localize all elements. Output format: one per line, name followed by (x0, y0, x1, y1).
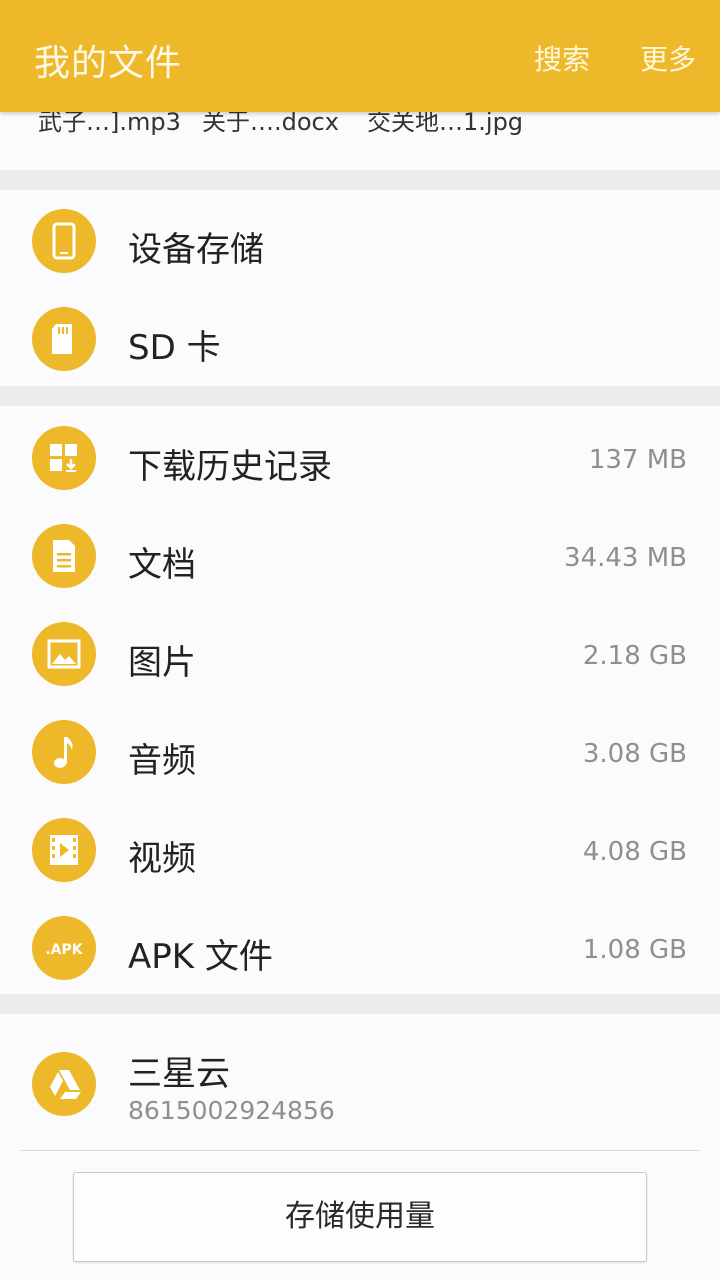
app-bar: 我的文件 搜索 更多 (0, 0, 720, 112)
section-divider (0, 994, 720, 1014)
download-history-icon (32, 426, 96, 490)
section-divider (0, 386, 720, 406)
document-icon (32, 524, 96, 588)
recent-file[interactable]: 关于….docx (202, 112, 339, 137)
categories-section: 下载历史记录 137 MB 文档 34.43 MB 图片 2.18 GB 音频 … (0, 406, 720, 994)
category-size: 34.43 MB (564, 543, 687, 573)
recent-file[interactable]: 交关地…1.jpg (367, 112, 523, 137)
sd-card-icon (32, 307, 96, 371)
cloud-drive-icon (32, 1052, 96, 1116)
category-item-video[interactable]: 视频 4.08 GB (0, 801, 720, 899)
category-size: 4.08 GB (582, 837, 687, 867)
category-label: 视频 (128, 839, 196, 879)
category-item-apk[interactable]: .APK APK 文件 1.08 GB (0, 899, 720, 997)
category-item-downloads[interactable]: 下载历史记录 137 MB (0, 409, 720, 507)
category-item-documents[interactable]: 文档 34.43 MB (0, 507, 720, 605)
storage-item-label: SD 卡 (128, 328, 221, 368)
storage-item-label: 设备存储 (128, 230, 264, 270)
category-size: 3.08 GB (582, 739, 687, 769)
image-icon (32, 622, 96, 686)
recent-file[interactable]: 武子…].mp3 (38, 112, 181, 137)
storage-item-device[interactable]: 设备存储 (0, 192, 720, 290)
samsung-cloud-item[interactable]: 三星云 (0, 1036, 720, 1136)
cloud-account-number: 8615002924856 (128, 1096, 335, 1125)
divider (20, 1150, 700, 1151)
category-size: 1.08 GB (582, 935, 687, 965)
cloud-label: 三星云 (128, 1054, 230, 1094)
category-label: 音频 (128, 741, 196, 781)
section-divider (0, 170, 720, 190)
category-item-images[interactable]: 图片 2.18 GB (0, 605, 720, 703)
category-label: 文档 (128, 545, 196, 585)
storage-item-sd-card[interactable]: SD 卡 (0, 290, 720, 388)
music-note-icon (32, 720, 96, 784)
phone-icon (32, 209, 96, 273)
apk-icon: .APK (32, 916, 96, 980)
search-button[interactable]: 搜索 (534, 38, 590, 78)
svg-text:.APK: .APK (45, 942, 83, 958)
category-size: 2.18 GB (582, 641, 687, 671)
storage-section: 设备存储 SD 卡 (0, 190, 720, 386)
category-label: APK 文件 (128, 937, 273, 977)
category-label: 下载历史记录 (128, 447, 332, 487)
category-label: 图片 (128, 643, 196, 683)
storage-usage-button[interactable]: 存储使用量 (73, 1172, 647, 1262)
page-title: 我的文件 (34, 43, 183, 84)
category-size: 137 MB (588, 445, 687, 475)
video-icon (32, 818, 96, 882)
more-button[interactable]: 更多 (640, 38, 696, 78)
category-item-audio[interactable]: 音频 3.08 GB (0, 703, 720, 801)
recent-files-strip: 武子…].mp3 关于….docx 交关地…1.jpg (0, 112, 720, 170)
